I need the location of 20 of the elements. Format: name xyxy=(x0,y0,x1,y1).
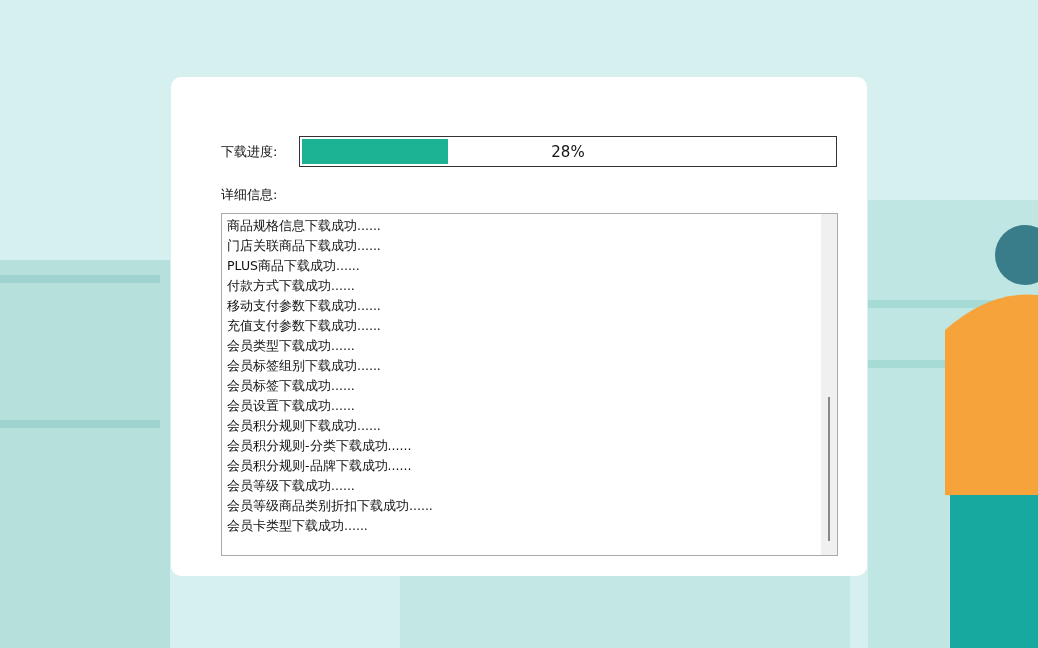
scrollbar[interactable] xyxy=(821,214,837,555)
log-line: 会员积分规则-品牌下载成功...... xyxy=(227,457,413,475)
log-line: 会员卡类型下载成功...... xyxy=(227,517,369,535)
log-line: 付款方式下载成功...... xyxy=(227,277,356,295)
log-line: 充值支付参数下载成功...... xyxy=(227,317,382,335)
log-line: 移动支付参数下载成功...... xyxy=(227,297,382,315)
progress-reading: 28% xyxy=(551,142,585,161)
log-line: 门店关联商品下载成功...... xyxy=(227,237,382,255)
log-line: 会员积分规则-分类下载成功...... xyxy=(227,437,413,455)
log-line: 会员等级商品类别折扣下载成功...... xyxy=(227,497,434,515)
log-line: 会员等级下载成功...... xyxy=(227,477,356,495)
details-label: 详细信息: xyxy=(221,186,279,204)
log-line: 会员设置下载成功...... xyxy=(227,397,356,415)
log-line: 会员标签组别下载成功...... xyxy=(227,357,382,375)
log-line: PLUS商品下载成功...... xyxy=(227,257,361,275)
log-line: 会员积分规则下载成功...... xyxy=(227,417,382,435)
log-line: 商品规格信息下载成功...... xyxy=(227,217,382,235)
progress-label: 下载进度: xyxy=(221,142,279,161)
log-line: 会员类型下载成功...... xyxy=(227,337,356,355)
log-line: 会员标签下载成功...... xyxy=(227,377,356,395)
